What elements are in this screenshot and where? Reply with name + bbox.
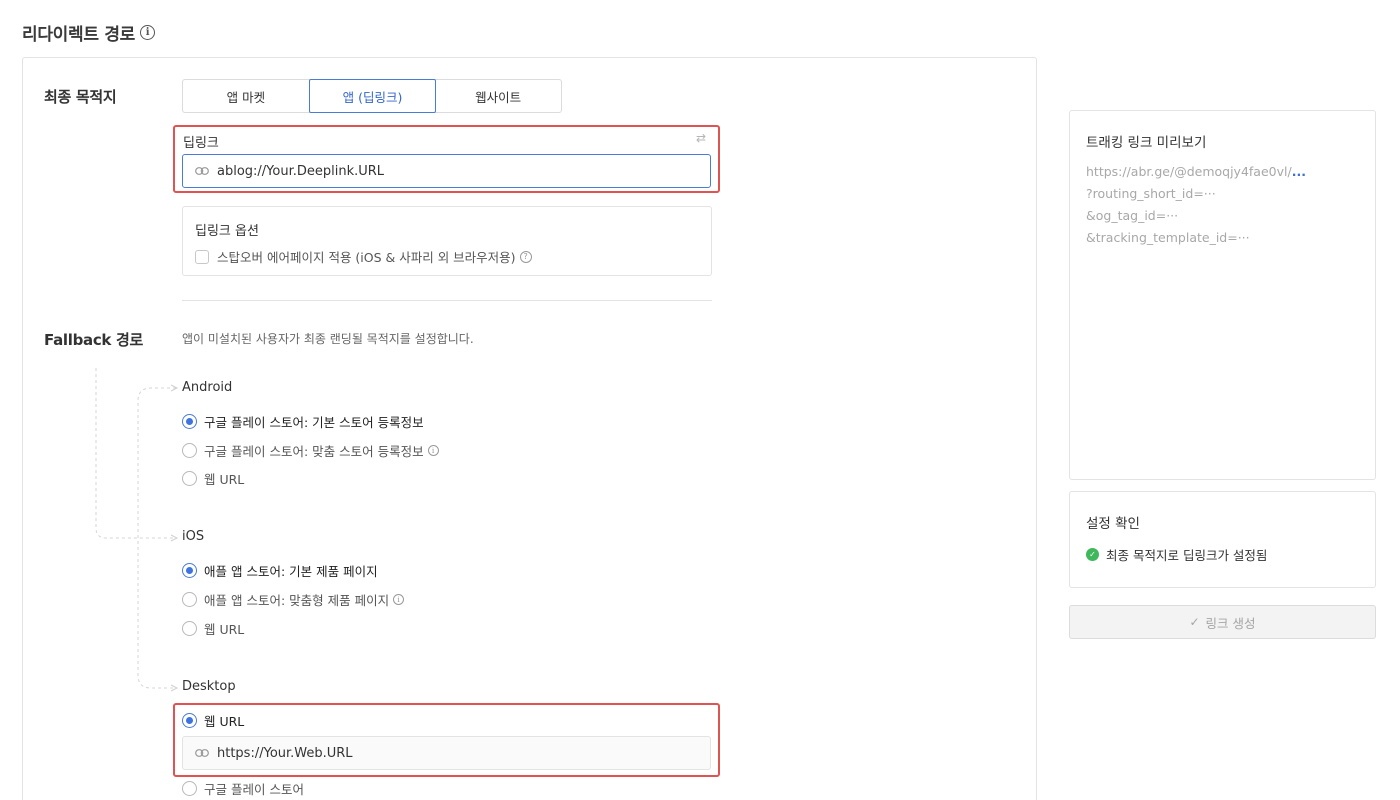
deeplink-value: ablog://Your.Deeplink.URL xyxy=(217,163,385,179)
check-icon: ✓ xyxy=(1189,615,1200,629)
destination-tabs: 앱 마켓 앱 (딥링크) 웹사이트 xyxy=(182,79,562,113)
radio-button[interactable] xyxy=(182,713,197,728)
fallback-connector-lines xyxy=(95,368,179,692)
info-icon[interactable]: i xyxy=(140,25,155,40)
tracking-link-preview-card: 트래킹 링크 미리보기 https://abr.ge/@demoqjy4fae0… xyxy=(1069,110,1376,480)
deeplink-options-card: 딥링크 옵션 스탑오버 에어페이지 적용 (iOS & 사파리 외 브라우저용)… xyxy=(182,206,712,276)
preview-title: 트래킹 링크 미리보기 xyxy=(1086,135,1207,151)
radio-button[interactable] xyxy=(182,563,197,578)
confirm-title: 설정 확인 xyxy=(1086,516,1140,532)
android-option-default-store[interactable]: 구글 플레이 스토어: 기본 스토어 등록정보 xyxy=(182,412,424,431)
deeplink-input[interactable]: ablog://Your.Deeplink.URL xyxy=(182,154,711,188)
fallback-helper: 앱이 미설치된 사용자가 최종 랜딩될 목적지를 설정합니다. xyxy=(182,332,474,346)
stopover-option[interactable]: 스탑오버 에어페이지 적용 (iOS & 사파리 외 브라우저용) ? xyxy=(195,247,532,266)
ios-option-custom-page[interactable]: 애플 앱 스토어: 맞춤형 제품 페이지 i xyxy=(182,590,405,609)
preview-line: &og_tag_id=··· xyxy=(1086,208,1179,223)
radio-button[interactable] xyxy=(182,781,197,796)
radio-button[interactable] xyxy=(182,443,197,458)
ios-option-web-url[interactable]: 웹 URL xyxy=(182,619,244,638)
link-icon xyxy=(195,167,209,175)
android-option-custom-store[interactable]: 구글 플레이 스토어: 맞춤 스토어 등록정보 i xyxy=(182,441,439,460)
desktop-label: Desktop xyxy=(182,679,236,694)
redirect-settings-card: 최종 목적지 앱 마켓 앱 (딥링크) 웹사이트 딥링크 ⇄ ablog://Y… xyxy=(22,57,1037,800)
desktop-option-web-url[interactable]: 웹 URL xyxy=(182,711,244,730)
android-label: Android xyxy=(182,380,233,395)
deeplink-options-title: 딥링크 옵션 xyxy=(195,224,259,239)
link-icon xyxy=(195,749,209,757)
preview-ellipsis: ... xyxy=(1291,164,1306,179)
check-circle-icon: ✓ xyxy=(1086,548,1099,561)
ios-label: iOS xyxy=(182,529,205,544)
stopover-label: 스탑오버 에어페이지 적용 (iOS & 사파리 외 브라우저용) xyxy=(217,250,516,265)
divider xyxy=(182,300,712,301)
radio-button[interactable] xyxy=(182,592,197,607)
desktop-web-url-input[interactable]: https://Your.Web.URL xyxy=(182,736,711,770)
preview-line: &tracking_template_id=··· xyxy=(1086,230,1250,245)
desktop-option-play-store[interactable]: 구글 플레이 스토어 xyxy=(182,779,304,798)
preview-line: ?routing_short_id=··· xyxy=(1086,186,1216,201)
stopover-checkbox[interactable] xyxy=(195,249,209,264)
radio-button[interactable] xyxy=(182,621,197,636)
radio-button[interactable] xyxy=(182,471,197,486)
tab-app-deeplink[interactable]: 앱 (딥링크) xyxy=(308,79,437,113)
android-option-web-url[interactable]: 웹 URL xyxy=(182,469,244,488)
ios-option-default-page[interactable]: 애플 앱 스토어: 기본 제품 페이지 xyxy=(182,561,378,580)
create-link-button[interactable]: ✓ 링크 생성 xyxy=(1069,605,1376,639)
tab-app-market[interactable]: 앱 마켓 xyxy=(183,80,310,112)
settings-confirm-card: 설정 확인 ✓ 최종 목적지로 딥링크가 설정됨 xyxy=(1069,491,1376,588)
help-icon[interactable]: ? xyxy=(519,250,532,263)
page-title: 리다이렉트 경로 i xyxy=(22,20,155,45)
info-icon[interactable]: i xyxy=(427,445,439,456)
info-icon[interactable]: i xyxy=(393,594,405,605)
radio-button[interactable] xyxy=(182,414,197,429)
swap-arrows-icon[interactable]: ⇄ xyxy=(696,131,706,145)
desktop-web-url-value: https://Your.Web.URL xyxy=(217,745,353,761)
tab-website[interactable]: 웹사이트 xyxy=(435,80,561,112)
confirm-status: ✓ 최종 목적지로 딥링크가 설정됨 xyxy=(1086,545,1267,564)
preview-line: https://abr.ge/@demoqjy4fae0vl/... xyxy=(1086,164,1306,179)
